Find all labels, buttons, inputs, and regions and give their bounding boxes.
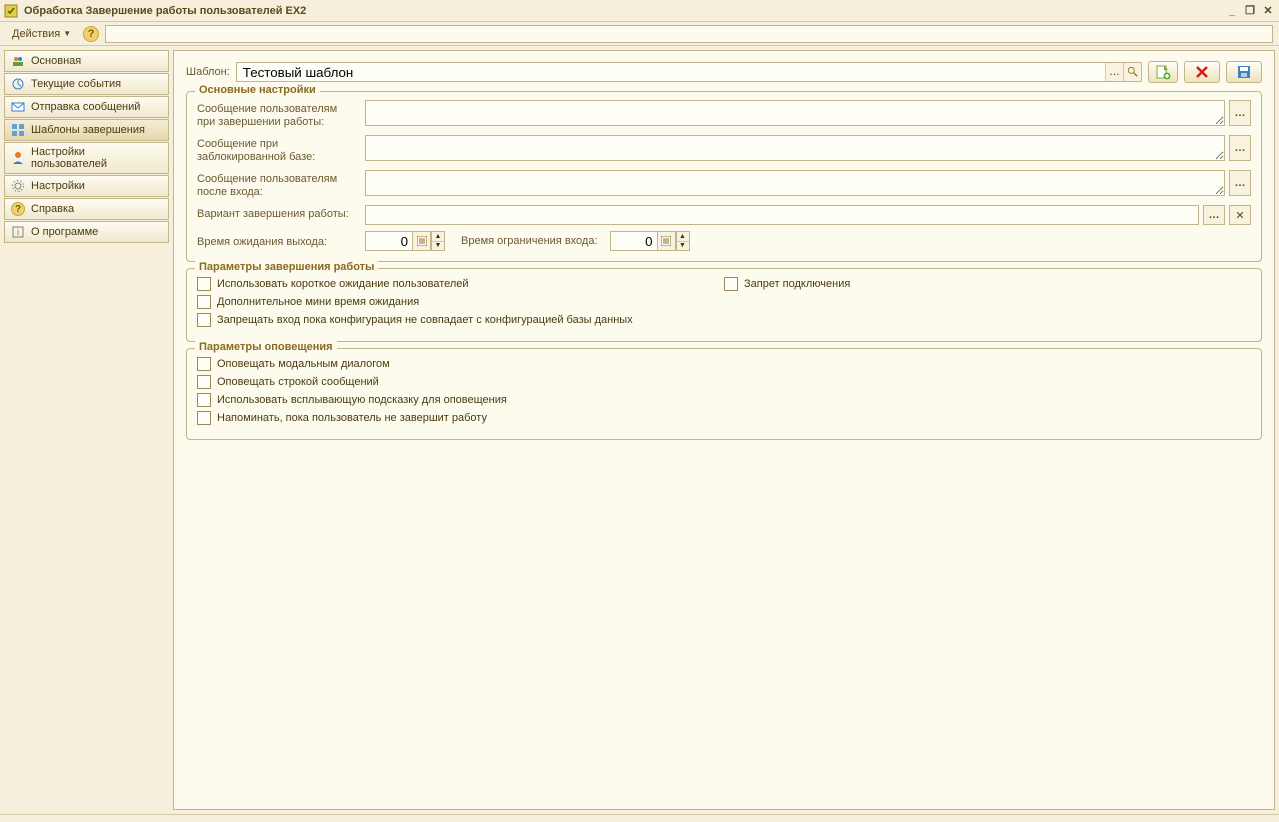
add-template-button[interactable]: [1148, 61, 1178, 83]
sidebar-item-label: Текущие события: [31, 78, 121, 90]
chk-remind-label: Напоминать, пока пользователь не заверши…: [217, 412, 487, 424]
template-select-button[interactable]: …: [1105, 63, 1123, 81]
exit-mode-select[interactable]: …: [1203, 205, 1225, 225]
group-main-legend: Основные настройки: [195, 84, 320, 96]
close-button[interactable]: ✕: [1261, 4, 1275, 18]
login-limit-label: Время ограничения входа:: [461, 235, 598, 247]
titlebar: Обработка Завершение работы пользователе…: [0, 0, 1279, 22]
login-limit-calc[interactable]: [658, 231, 676, 251]
help-icon[interactable]: ?: [83, 26, 99, 42]
sidebar-item-about[interactable]: i О программе: [4, 221, 169, 243]
sidebar-item-main[interactable]: Основная: [4, 50, 169, 72]
sidebar-item-send[interactable]: Отправка сообщений: [4, 96, 169, 118]
msg-locked-input[interactable]: [365, 135, 1225, 161]
exit-mode-input[interactable]: [365, 205, 1199, 225]
chk-modal[interactable]: [197, 357, 211, 371]
sidebar-item-user-settings[interactable]: Настройки пользователей: [4, 142, 169, 174]
exit-mode-clear[interactable]: ✕: [1229, 205, 1251, 225]
minimize-button[interactable]: _: [1225, 4, 1239, 18]
mail-icon: [11, 100, 25, 114]
chk-modal-label: Оповещать модальным диалогом: [217, 358, 390, 370]
group-exit-params: Параметры завершения работы Использовать…: [186, 268, 1262, 342]
chk-popup[interactable]: [197, 393, 211, 407]
msg-locked-label: Сообщение при заблокированной базе:: [197, 135, 357, 164]
sidebar-item-events[interactable]: Текущие события: [4, 73, 169, 95]
msg-on-exit-expand[interactable]: …: [1229, 100, 1251, 126]
chk-deny-connect[interactable]: [724, 277, 738, 291]
msg-on-exit-label: Сообщение пользователям при завершении р…: [197, 100, 357, 129]
chk-deny-connect-label: Запрет подключения: [744, 278, 850, 290]
svg-text:i: i: [17, 227, 19, 237]
info-icon: i: [11, 225, 25, 239]
main-content: Шаблон: … Основные наст: [173, 50, 1275, 810]
sidebar-item-help[interactable]: ? Справка: [4, 198, 169, 220]
wait-exit-label: Время ожидания выхода:: [197, 233, 357, 249]
chevron-down-icon: ▼: [63, 29, 71, 38]
chk-extra-mini-label: Дополнительное мини время ожидания: [217, 296, 419, 308]
toolbar: Действия ▼ ?: [0, 22, 1279, 46]
group-notify-legend: Параметры оповещения: [195, 341, 337, 353]
sidebar-item-label: Настройки пользователей: [31, 146, 162, 170]
template-input[interactable]: [236, 62, 1142, 82]
chk-deny-until-conf[interactable]: [197, 313, 211, 327]
app-icon: [4, 4, 18, 18]
chk-short-wait[interactable]: [197, 277, 211, 291]
wait-exit-input[interactable]: [365, 231, 413, 251]
chk-msgline[interactable]: [197, 375, 211, 389]
clock-icon: [11, 77, 25, 91]
group-notify-params: Параметры оповещения Оповещать модальным…: [186, 348, 1262, 440]
sidebar-item-settings[interactable]: Настройки: [4, 175, 169, 197]
sidebar-item-label: Настройки: [31, 180, 85, 192]
group-exit-legend: Параметры завершения работы: [195, 261, 378, 273]
restore-button[interactable]: ❐: [1243, 4, 1257, 18]
sidebar-item-templates[interactable]: Шаблоны завершения: [4, 119, 169, 141]
chk-remind[interactable]: [197, 411, 211, 425]
wait-exit-calc[interactable]: [413, 231, 431, 251]
save-template-button[interactable]: [1226, 61, 1262, 83]
sidebar-item-label: Основная: [31, 55, 81, 67]
users-icon: [11, 54, 25, 68]
template-search-button[interactable]: [1123, 63, 1141, 81]
help-icon: ?: [11, 202, 25, 216]
chk-extra-mini[interactable]: [197, 295, 211, 309]
grid-icon: [11, 123, 25, 137]
statusbar: [0, 814, 1279, 822]
wait-exit-down[interactable]: ▼: [432, 242, 444, 251]
user-icon: [11, 151, 25, 165]
msg-after-login-input[interactable]: [365, 170, 1225, 196]
actions-label: Действия: [12, 28, 60, 40]
window-title: Обработка Завершение работы пользователе…: [24, 5, 1225, 17]
chk-msgline-label: Оповещать строкой сообщений: [217, 376, 379, 388]
msg-locked-expand[interactable]: …: [1229, 135, 1251, 161]
sidebar-item-label: Шаблоны завершения: [31, 124, 145, 136]
sidebar-item-label: О программе: [31, 226, 98, 238]
template-label: Шаблон:: [186, 66, 230, 78]
actions-menu[interactable]: Действия ▼: [6, 27, 77, 41]
wait-exit-up[interactable]: ▲: [432, 232, 444, 242]
exit-mode-label: Вариант завершения работы:: [197, 205, 357, 221]
gear-icon: [11, 179, 25, 193]
login-limit-down[interactable]: ▼: [677, 242, 689, 251]
sidebar-item-label: Справка: [31, 203, 74, 215]
msg-on-exit-input[interactable]: [365, 100, 1225, 126]
login-limit-up[interactable]: ▲: [677, 232, 689, 242]
msg-after-login-expand[interactable]: …: [1229, 170, 1251, 196]
delete-template-button[interactable]: [1184, 61, 1220, 83]
chk-popup-label: Использовать всплывающую подсказку для о…: [217, 394, 507, 406]
chk-short-wait-label: Использовать короткое ожидание пользоват…: [217, 278, 469, 290]
msg-after-login-label: Сообщение пользователям после входа:: [197, 170, 357, 199]
group-main-settings: Основные настройки Сообщение пользовател…: [186, 91, 1262, 262]
login-limit-input[interactable]: [610, 231, 658, 251]
sidebar: Основная Текущие события Отправка сообще…: [4, 50, 169, 810]
sidebar-item-label: Отправка сообщений: [31, 101, 140, 113]
toolbar-search-input[interactable]: [105, 25, 1273, 43]
chk-deny-until-conf-label: Запрещать вход пока конфигурация не совп…: [217, 314, 633, 326]
